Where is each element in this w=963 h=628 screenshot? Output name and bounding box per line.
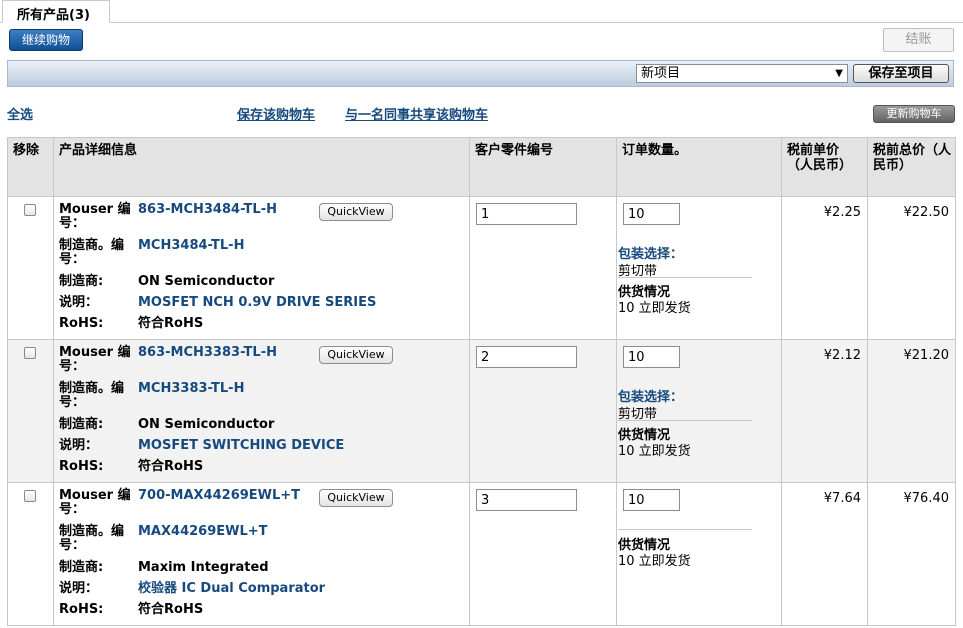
unit-price: ¥7.64 bbox=[823, 491, 861, 506]
remove-checkbox[interactable] bbox=[24, 204, 36, 216]
remove-cell bbox=[7, 196, 54, 340]
desc-link[interactable]: MOSFET NCH 0.9V DRIVE SERIES bbox=[138, 296, 376, 317]
mouser-no-label: Mouser 编号： bbox=[59, 488, 131, 517]
mfr-no-link[interactable]: MAX44269EWL+T bbox=[138, 525, 268, 553]
rohs-value: 符合RoHS bbox=[138, 459, 204, 474]
desc-label: 说明： bbox=[59, 581, 99, 596]
mouser-no-label: Mouser 编号： bbox=[59, 202, 131, 231]
rohs-label: RoHS: bbox=[59, 459, 104, 474]
customer-pn-input[interactable]: 1 bbox=[476, 203, 577, 225]
total-price-cell: ¥76.40 bbox=[867, 482, 956, 626]
update-cart-button[interactable]: 更新购物车 bbox=[873, 105, 955, 123]
availability-value: 10 立即发货 bbox=[618, 444, 691, 459]
mfr-no-label: 制造商。编号： bbox=[59, 524, 125, 553]
table-header-row: 移除 产品详细信息 客户零件编号 订单数量。 税前单价（人民币） 税前总价（人民… bbox=[7, 137, 956, 197]
mouser-no-link[interactable]: 863-MCH3383-TL-H bbox=[138, 346, 277, 374]
rohs-value: 符合RoHS bbox=[138, 602, 204, 617]
unit-price: ¥2.12 bbox=[823, 348, 861, 363]
desc-label: 说明： bbox=[59, 295, 99, 310]
mfr-no-label: 制造商。编号： bbox=[59, 381, 125, 410]
rohs-label: RoHS: bbox=[59, 316, 104, 331]
divider bbox=[618, 529, 752, 530]
save-to-project-button[interactable]: 保存至项目 bbox=[853, 64, 949, 83]
unit-price-cell: ¥2.12 bbox=[781, 339, 868, 483]
total-price-cell: ¥22.50 bbox=[867, 196, 956, 340]
mouser-no-link[interactable]: 700-MAX44269EWL+T bbox=[138, 489, 300, 517]
project-bar: 新项目 ▼ 保存至项目 bbox=[7, 60, 954, 87]
share-cart-link[interactable]: 与一名同事共享该购物车 bbox=[345, 104, 488, 123]
project-select-value: 新项目 bbox=[641, 66, 681, 81]
tab-all-products[interactable]: 所有产品(3) bbox=[2, 0, 110, 23]
customer-pn-input[interactable]: 3 bbox=[476, 489, 577, 511]
desc-link[interactable]: MOSFET SWITCHING DEVICE bbox=[138, 439, 344, 460]
details-cell: Mouser 编号： 700-MAX44269EWL+T 制造商。编号： MAX44… bbox=[53, 482, 470, 626]
qty-cell: 10 包装选择： 剪切带 供货情况 10 立即发货 bbox=[616, 339, 782, 483]
availability-value: 10 立即发货 bbox=[618, 554, 691, 569]
quickview-button[interactable]: QuickView bbox=[319, 203, 393, 221]
total-price: ¥22.50 bbox=[903, 205, 950, 220]
header-customer-pn: 客户零件编号 bbox=[469, 137, 617, 197]
header-total-price: 税前总价（人民币） bbox=[867, 137, 956, 197]
checkout-button[interactable]: 结账 bbox=[883, 28, 954, 52]
mfr-value: ON Semiconductor bbox=[138, 417, 275, 432]
mfr-value: Maxim Integrated bbox=[138, 560, 269, 575]
remove-cell bbox=[7, 339, 54, 483]
customer-pn-input[interactable]: 2 bbox=[476, 346, 577, 368]
availability-value: 10 立即发货 bbox=[618, 301, 691, 316]
qty-input[interactable]: 10 bbox=[623, 346, 680, 368]
divider bbox=[618, 277, 752, 278]
mfr-no-link[interactable]: MCH3383-TL-H bbox=[138, 382, 244, 410]
save-cart-link[interactable]: 保存该购物车 bbox=[237, 104, 315, 123]
mouser-no-link[interactable]: 863-MCH3484-TL-H bbox=[138, 203, 277, 231]
project-select[interactable]: 新项目 ▼ bbox=[636, 64, 848, 83]
details-cell: Mouser 编号： 863-MCH3383-TL-H 制造商。编号： MCH338… bbox=[53, 339, 470, 483]
mfr-no-link[interactable]: MCH3484-TL-H bbox=[138, 239, 244, 267]
table-row: Mouser 编号： 863-MCH3383-TL-H 制造商。编号： MCH338… bbox=[7, 339, 956, 483]
total-price-cell: ¥21.20 bbox=[867, 339, 956, 483]
header-unit-price: 税前单价（人民币） bbox=[781, 137, 868, 197]
desc-link[interactable]: 校验器 IC Dual Comparator bbox=[138, 582, 325, 603]
select-all-link[interactable]: 全选 bbox=[7, 104, 33, 123]
table-row: Mouser 编号： 863-MCH3484-TL-H 制造商。编号： MCH348… bbox=[7, 196, 956, 340]
remove-checkbox[interactable] bbox=[24, 490, 36, 502]
qty-input[interactable]: 10 bbox=[623, 203, 680, 225]
quickview-button[interactable]: QuickView bbox=[319, 489, 393, 507]
customer-pn-cell: 2 bbox=[469, 339, 617, 483]
rohs-label: RoHS: bbox=[59, 602, 104, 617]
unit-price-cell: ¥7.64 bbox=[781, 482, 868, 626]
remove-checkbox[interactable] bbox=[24, 347, 36, 359]
table-row: Mouser 编号： 700-MAX44269EWL+T 制造商。编号： MAX44… bbox=[7, 482, 956, 626]
mouser-no-label: Mouser 编号： bbox=[59, 345, 131, 374]
continue-shopping-button[interactable]: 继续购物 bbox=[9, 29, 83, 51]
cart-table: 移除 产品详细信息 客户零件编号 订单数量。 税前单价（人民币） 税前总价（人民… bbox=[7, 137, 956, 626]
unit-price: ¥2.25 bbox=[823, 205, 861, 220]
qty-input[interactable]: 10 bbox=[623, 489, 680, 511]
desc-label: 说明： bbox=[59, 438, 99, 453]
customer-pn-cell: 3 bbox=[469, 482, 617, 626]
mfr-label: 制造商: bbox=[59, 417, 104, 432]
header-details: 产品详细信息 bbox=[53, 137, 470, 197]
customer-pn-cell: 1 bbox=[469, 196, 617, 340]
mfr-label: 制造商: bbox=[59, 560, 104, 575]
tab-bar: 所有产品(3) bbox=[0, 0, 963, 23]
rohs-value: 符合RoHS bbox=[138, 316, 204, 331]
mfr-label: 制造商: bbox=[59, 274, 104, 289]
header-remove: 移除 bbox=[7, 137, 54, 197]
unit-price-cell: ¥2.25 bbox=[781, 196, 868, 340]
mfr-no-label: 制造商。编号： bbox=[59, 238, 125, 267]
qty-cell: 10 包装选择： 剪切带 供货情况 10 立即发货 bbox=[616, 196, 782, 340]
details-cell: Mouser 编号： 863-MCH3484-TL-H 制造商。编号： MCH348… bbox=[53, 196, 470, 340]
total-price: ¥76.40 bbox=[903, 491, 950, 506]
mfr-value: ON Semiconductor bbox=[138, 274, 275, 289]
dropdown-arrow-icon: ▼ bbox=[835, 68, 843, 79]
remove-cell bbox=[7, 482, 54, 626]
total-price: ¥21.20 bbox=[903, 348, 950, 363]
divider bbox=[618, 420, 752, 421]
qty-cell: 10 供货情况 10 立即发货 bbox=[616, 482, 782, 626]
quickview-button[interactable]: QuickView bbox=[319, 346, 393, 364]
header-qty: 订单数量。 bbox=[616, 137, 782, 197]
